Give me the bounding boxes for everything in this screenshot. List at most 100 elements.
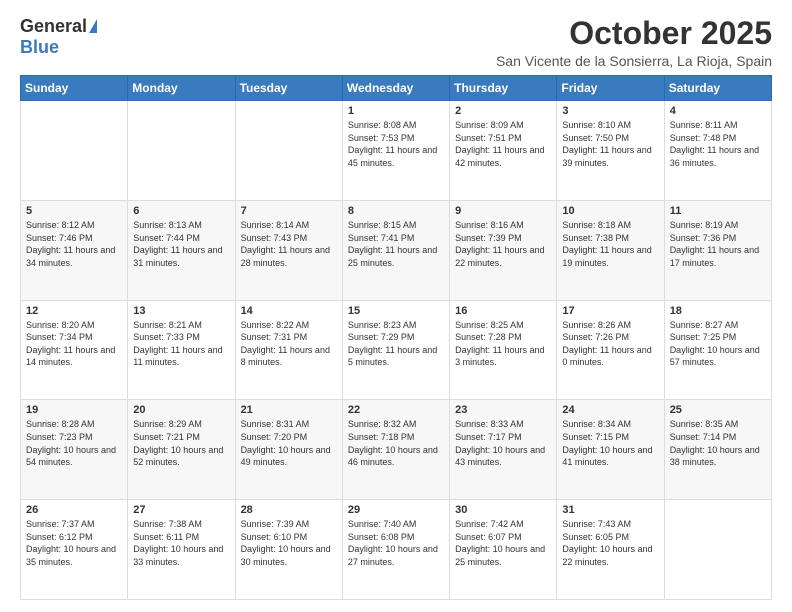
day-info: Sunrise: 8:26 AM Sunset: 7:26 PM Dayligh…: [562, 319, 658, 369]
day-number: 13: [133, 305, 229, 317]
day-cell: 13 Sunrise: 8:21 AM Sunset: 7:33 PM Dayli…: [128, 300, 235, 400]
day-cell: 30Sunrise: 7:42 AM Sunset: 6:07 PM Dayli…: [450, 500, 557, 600]
day-cell: 16 Sunrise: 8:25 AM Sunset: 7:28 PM Dayli…: [450, 300, 557, 400]
day-number: 15: [348, 305, 444, 317]
page: General Blue October 2025 San Vicente de…: [0, 0, 792, 612]
logo-triangle-icon: [89, 19, 97, 33]
logo-blue-text: Blue: [20, 37, 59, 58]
day-info: Sunrise: 8:32 AM Sunset: 7:18 PM Dayligh…: [348, 418, 444, 468]
day-number: 4: [670, 105, 766, 117]
day-info: Sunrise: 8:09 AM Sunset: 7:51 PM Dayligh…: [455, 119, 551, 169]
day-info: Sunrise: 8:31 AM Sunset: 7:20 PM Dayligh…: [241, 418, 337, 468]
day-info: Sunrise: 8:22 AM Sunset: 7:31 PM Dayligh…: [241, 319, 337, 369]
day-number: 2: [455, 105, 551, 117]
day-cell: 14 Sunrise: 8:22 AM Sunset: 7:31 PM Dayli…: [235, 300, 342, 400]
header-cell-saturday: Saturday: [664, 76, 771, 101]
day-number: 20: [133, 404, 229, 416]
day-cell: 29 Sunrise: 7:40 AM Sunset: 6:08 PM Dayli…: [342, 500, 449, 600]
day-info: Sunrise: 8:14 AM Sunset: 7:43 PM Dayligh…: [241, 219, 337, 269]
day-cell: 28 Sunrise: 7:39 AM Sunset: 6:10 PM Dayli…: [235, 500, 342, 600]
day-info: Sunrise: 8:34 AM Sunset: 7:15 PM Dayligh…: [562, 418, 658, 468]
week-row-4: 26 Sunrise: 7:37 AM Sunset: 6:12 PM Dayli…: [21, 500, 772, 600]
day-info: Sunrise: 8:12 AM Sunset: 7:46 PM Dayligh…: [26, 219, 122, 269]
day-number: 24: [562, 404, 658, 416]
day-number: 22: [348, 404, 444, 416]
day-cell: [21, 101, 128, 201]
day-cell: 12 Sunrise: 8:20 AM Sunset: 7:34 PM Dayli…: [21, 300, 128, 400]
day-cell: 7 Sunrise: 8:14 AM Sunset: 7:43 PM Daylig…: [235, 200, 342, 300]
day-cell: 17 Sunrise: 8:26 AM Sunset: 7:26 PM Dayli…: [557, 300, 664, 400]
day-number: 10: [562, 205, 658, 217]
day-info: Sunrise: 8:25 AM Sunset: 7:28 PM Dayligh…: [455, 319, 551, 369]
day-number: 1: [348, 105, 444, 117]
day-number: 14: [241, 305, 337, 317]
day-info: Sunrise: 8:20 AM Sunset: 7:34 PM Dayligh…: [26, 319, 122, 369]
title-block: October 2025 San Vicente de la Sonsierra…: [496, 16, 772, 69]
day-cell: [235, 101, 342, 201]
day-number: 18: [670, 305, 766, 317]
day-number: 29: [348, 504, 444, 516]
header-cell-friday: Friday: [557, 76, 664, 101]
day-info: Sunrise: 8:28 AM Sunset: 7:23 PM Dayligh…: [26, 418, 122, 468]
month-title: October 2025: [496, 16, 772, 51]
day-info: Sunrise: 8:16 AM Sunset: 7:39 PM Dayligh…: [455, 219, 551, 269]
day-number: 3: [562, 105, 658, 117]
day-number: 26: [26, 504, 122, 516]
day-info: Sunrise: 8:08 AM Sunset: 7:53 PM Dayligh…: [348, 119, 444, 169]
day-cell: 9 Sunrise: 8:16 AM Sunset: 7:39 PM Daylig…: [450, 200, 557, 300]
day-number: 23: [455, 404, 551, 416]
day-cell: 3Sunrise: 8:10 AM Sunset: 7:50 PM Daylig…: [557, 101, 664, 201]
header-cell-monday: Monday: [128, 76, 235, 101]
day-cell: 24 Sunrise: 8:34 AM Sunset: 7:15 PM Dayli…: [557, 400, 664, 500]
day-cell: 20Sunrise: 8:29 AM Sunset: 7:21 PM Dayli…: [128, 400, 235, 500]
header-cell-sunday: Sunday: [21, 76, 128, 101]
day-cell: 27 Sunrise: 7:38 AM Sunset: 6:11 PM Dayli…: [128, 500, 235, 600]
day-cell: 23Sunrise: 8:33 AM Sunset: 7:17 PM Dayli…: [450, 400, 557, 500]
week-row-2: 12 Sunrise: 8:20 AM Sunset: 7:34 PM Dayli…: [21, 300, 772, 400]
day-cell: 8Sunrise: 8:15 AM Sunset: 7:41 PM Daylig…: [342, 200, 449, 300]
day-number: 7: [241, 205, 337, 217]
day-number: 9: [455, 205, 551, 217]
day-info: Sunrise: 8:11 AM Sunset: 7:48 PM Dayligh…: [670, 119, 766, 169]
day-info: Sunrise: 7:43 AM Sunset: 6:05 PM Dayligh…: [562, 518, 658, 568]
day-info: Sunrise: 8:21 AM Sunset: 7:33 PM Dayligh…: [133, 319, 229, 369]
day-number: 21: [241, 404, 337, 416]
day-number: 17: [562, 305, 658, 317]
logo-general-text: General: [20, 16, 87, 37]
day-number: 12: [26, 305, 122, 317]
day-info: Sunrise: 7:40 AM Sunset: 6:08 PM Dayligh…: [348, 518, 444, 568]
day-cell: 31 Sunrise: 7:43 AM Sunset: 6:05 PM Dayli…: [557, 500, 664, 600]
day-info: Sunrise: 8:23 AM Sunset: 7:29 PM Dayligh…: [348, 319, 444, 369]
location-title: San Vicente de la Sonsierra, La Rioja, S…: [496, 53, 772, 69]
day-cell: 11 Sunrise: 8:19 AM Sunset: 7:36 PM Dayli…: [664, 200, 771, 300]
header-row: SundayMondayTuesdayWednesdayThursdayFrid…: [21, 76, 772, 101]
day-cell: 4 Sunrise: 8:11 AM Sunset: 7:48 PM Daylig…: [664, 101, 771, 201]
day-number: 28: [241, 504, 337, 516]
day-cell: 19Sunrise: 8:28 AM Sunset: 7:23 PM Dayli…: [21, 400, 128, 500]
day-info: Sunrise: 8:35 AM Sunset: 7:14 PM Dayligh…: [670, 418, 766, 468]
header-cell-wednesday: Wednesday: [342, 76, 449, 101]
day-info: Sunrise: 7:38 AM Sunset: 6:11 PM Dayligh…: [133, 518, 229, 568]
day-number: 11: [670, 205, 766, 217]
day-cell: 18 Sunrise: 8:27 AM Sunset: 7:25 PM Dayli…: [664, 300, 771, 400]
day-number: 6: [133, 205, 229, 217]
day-number: 16: [455, 305, 551, 317]
day-number: 25: [670, 404, 766, 416]
day-number: 31: [562, 504, 658, 516]
day-cell: 22 Sunrise: 8:32 AM Sunset: 7:18 PM Dayli…: [342, 400, 449, 500]
day-number: 27: [133, 504, 229, 516]
day-cell: 15 Sunrise: 8:23 AM Sunset: 7:29 PM Dayli…: [342, 300, 449, 400]
day-number: 30: [455, 504, 551, 516]
day-cell: 25 Sunrise: 8:35 AM Sunset: 7:14 PM Dayli…: [664, 400, 771, 500]
day-info: Sunrise: 8:27 AM Sunset: 7:25 PM Dayligh…: [670, 319, 766, 369]
day-info: Sunrise: 7:37 AM Sunset: 6:12 PM Dayligh…: [26, 518, 122, 568]
header: General Blue October 2025 San Vicente de…: [20, 16, 772, 69]
day-cell: 10Sunrise: 8:18 AM Sunset: 7:38 PM Dayli…: [557, 200, 664, 300]
week-row-3: 19Sunrise: 8:28 AM Sunset: 7:23 PM Dayli…: [21, 400, 772, 500]
day-cell: 6 Sunrise: 8:13 AM Sunset: 7:44 PM Daylig…: [128, 200, 235, 300]
day-info: Sunrise: 8:19 AM Sunset: 7:36 PM Dayligh…: [670, 219, 766, 269]
day-info: Sunrise: 8:13 AM Sunset: 7:44 PM Dayligh…: [133, 219, 229, 269]
header-cell-tuesday: Tuesday: [235, 76, 342, 101]
day-number: 8: [348, 205, 444, 217]
day-info: Sunrise: 7:39 AM Sunset: 6:10 PM Dayligh…: [241, 518, 337, 568]
